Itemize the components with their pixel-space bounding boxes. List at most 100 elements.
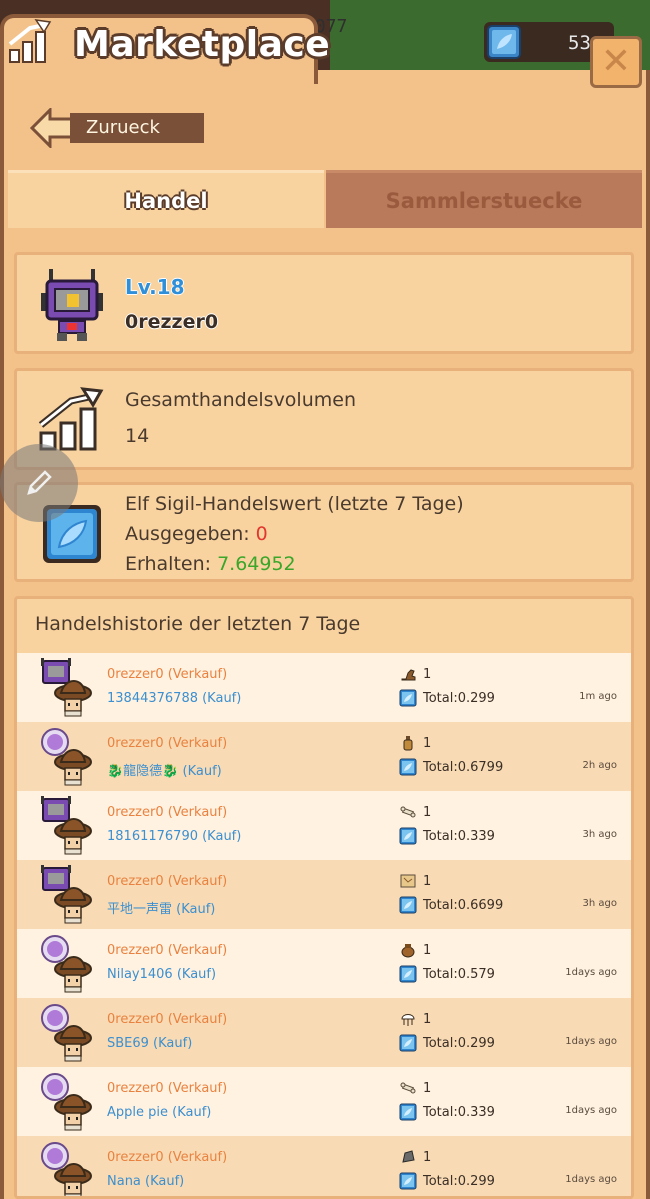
robot-avatar — [41, 269, 103, 341]
received-value: 7.64952 — [217, 553, 296, 575]
sigil-value-card: Elf Sigil-Handelswert (letzte 7 Tage) Au… — [14, 482, 634, 582]
trade-history-row[interactable]: 0rezzer0 (Verkauf) Nilay1406 (Kauf) 1 Total… — [17, 929, 631, 998]
item-quantity: 1 — [423, 805, 432, 820]
spent-label: Ausgegeben: — [125, 523, 256, 545]
seller-name: 0rezzer0 (Verkauf) — [107, 1012, 228, 1027]
trade-time: 1days ago — [565, 1105, 617, 1116]
edit-button[interactable] — [0, 444, 78, 522]
trade-total: Total:0.579 — [423, 967, 495, 982]
trade-total: Total:0.339 — [423, 829, 495, 844]
seller-name: 0rezzer0 (Verkauf) — [107, 736, 228, 751]
trader-avatar — [41, 1004, 92, 1062]
item-quantity: 1 — [423, 943, 432, 958]
trade-total: Total:0.299 — [423, 1174, 495, 1189]
trade-volume-value: 14 — [125, 425, 150, 447]
trade-history-row[interactable]: 0rezzer0 (Verkauf) 18161176790 (Kauf) 1 Tot… — [17, 791, 631, 860]
seller-name: 0rezzer0 (Verkauf) — [107, 943, 228, 958]
buyer-name: SBE69 (Kauf) — [107, 1036, 193, 1051]
elf-sigil-icon — [399, 1034, 417, 1052]
trader-avatar — [41, 658, 92, 717]
trade-history-row[interactable]: 0rezzer0 (Verkauf) 🐉龍隐德🐉 (Kauf) 1 Total:0.6… — [17, 722, 631, 791]
trade-total: Total:0.299 — [423, 691, 495, 706]
trade-volume-label: Gesamthandelsvolumen — [125, 389, 356, 411]
elf-sigil-icon — [399, 827, 417, 845]
tab-bar: Handel Sammlerstuecke — [8, 170, 642, 228]
seller-name: 0rezzer0 (Verkauf) — [107, 667, 228, 682]
elf-sigil-icon — [399, 758, 417, 776]
buyer-name: 13844376788 (Kauf) — [107, 691, 242, 706]
trade-total: Total:0.6699 — [423, 898, 504, 913]
currency-value: 53 — [568, 32, 591, 54]
received-label: Erhalten: — [125, 553, 218, 575]
back-arrow-icon — [30, 108, 74, 148]
item-quantity: 1 — [423, 736, 432, 751]
trader-avatar — [41, 935, 92, 993]
bone-icon — [400, 806, 416, 818]
jellyfish-icon — [401, 1014, 415, 1026]
elf-sigil-icon — [399, 1103, 417, 1121]
trade-time: 3h ago — [582, 898, 617, 909]
back-button-label: Zurueck — [70, 113, 204, 143]
player-name: 0rezzer0 — [125, 311, 219, 333]
elf-sigil-icon — [399, 965, 417, 983]
trade-volume-card: Gesamthandelsvolumen 14 — [14, 368, 634, 470]
tab-sammlerstuecke[interactable]: Sammlerstuecke — [326, 170, 642, 228]
buyer-name: Apple pie (Kauf) — [107, 1105, 212, 1120]
item-quantity: 1 — [423, 1150, 432, 1165]
buyer-name: Nana (Kauf) — [107, 1174, 185, 1189]
trade-history-row[interactable]: 0rezzer0 (Verkauf) Nana (Kauf) 1 Total:0.29… — [17, 1136, 631, 1196]
trade-history-row[interactable]: 0rezzer0 (Verkauf) Apple pie (Kauf) 1 Total… — [17, 1067, 631, 1136]
trade-time: 1days ago — [565, 967, 617, 978]
trader-avatar — [41, 728, 92, 786]
trade-history-row[interactable]: 0rezzer0 (Verkauf) 平地一声雷 (Kauf) 1 Total:0.6… — [17, 860, 631, 929]
page-title: Marketplace — [74, 24, 331, 65]
back-button[interactable]: Zurueck — [30, 108, 204, 148]
trade-total: Total:0.339 — [423, 1105, 495, 1120]
trade-time: 2h ago — [582, 760, 617, 771]
profile-card: Lv.18 0rezzer0 — [14, 252, 634, 354]
spent-row: Ausgegeben: 0 — [125, 523, 268, 545]
pencil-icon — [27, 470, 52, 495]
seller-name: 0rezzer0 (Verkauf) — [107, 1081, 228, 1096]
seller-name: 0rezzer0 (Verkauf) — [107, 1150, 228, 1165]
trade-total: Total:0.299 — [423, 1036, 495, 1051]
seller-name: 0rezzer0 (Verkauf) — [107, 874, 228, 889]
boot-icon — [401, 669, 416, 681]
item-quantity: 1 — [423, 874, 432, 889]
trade-total: Total:0.6799 — [423, 760, 504, 775]
trade-history-row[interactable]: 0rezzer0 (Verkauf) 13844376788 (Kauf) 1 Tot… — [17, 653, 631, 722]
trade-history-title: Handelshistorie der letzten 7 Tage — [35, 613, 361, 635]
received-row: Erhalten: 7.64952 — [125, 553, 296, 575]
spent-value: 0 — [255, 523, 268, 545]
trader-avatar — [41, 1073, 92, 1131]
trade-history-card: Handelshistorie der letzten 7 Tage 0rezz… — [14, 596, 634, 1199]
trade-time: 1days ago — [565, 1036, 617, 1047]
sigil-value-label: Elf Sigil-Handelswert (letzte 7 Tage) — [125, 493, 464, 515]
trader-avatar — [41, 1142, 92, 1196]
elf-sigil-icon — [399, 1172, 417, 1190]
bottle-icon — [403, 736, 413, 751]
trade-history-list[interactable]: 0rezzer0 (Verkauf) 13844376788 (Kauf) 1 Tot… — [17, 653, 631, 1196]
trade-time: 1days ago — [565, 1174, 617, 1185]
tab-handel[interactable]: Handel — [8, 170, 324, 228]
player-level: Lv.18 — [125, 275, 185, 299]
elf-sigil-icon — [487, 25, 521, 59]
trade-history-row[interactable]: 0rezzer0 (Verkauf) SBE69 (Kauf) 1 Total:0.2… — [17, 998, 631, 1067]
buyer-name: Nilay1406 (Kauf) — [107, 967, 217, 982]
item-quantity: 1 — [423, 1081, 432, 1096]
map-icon — [400, 874, 416, 888]
pot-icon — [401, 944, 415, 958]
buyer-name: 平地一声雷 (Kauf) — [107, 902, 216, 917]
seller-name: 0rezzer0 (Verkauf) — [107, 805, 228, 820]
trader-avatar — [41, 865, 92, 924]
close-button[interactable]: ✕ — [590, 36, 642, 88]
stone-icon — [402, 1150, 415, 1163]
trade-time: 1m ago — [579, 691, 617, 702]
item-quantity: 1 — [423, 667, 432, 682]
elf-sigil-icon — [399, 896, 417, 914]
trade-volume-icon — [8, 19, 52, 63]
trader-avatar — [41, 796, 92, 855]
close-icon: ✕ — [600, 41, 632, 82]
buyer-name: 18161176790 (Kauf) — [107, 829, 242, 844]
elf-sigil-icon — [399, 689, 417, 707]
